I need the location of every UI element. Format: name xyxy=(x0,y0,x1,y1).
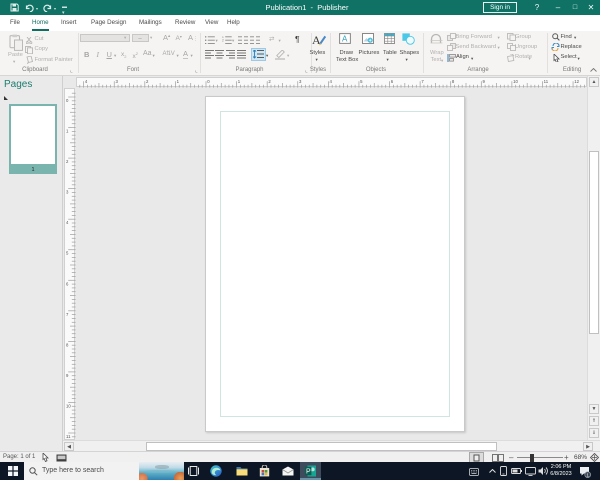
svg-text:9: 9 xyxy=(66,373,69,378)
svg-text:7: 7 xyxy=(421,79,424,84)
svg-text:3: 3 xyxy=(115,79,118,84)
svg-text:0: 0 xyxy=(207,79,210,84)
svg-text:A: A xyxy=(342,35,348,44)
svg-text:6: 6 xyxy=(391,79,394,84)
svg-text:11: 11 xyxy=(544,79,549,84)
svg-text:2: 2 xyxy=(222,38,224,42)
svg-text:1: 1 xyxy=(238,79,241,84)
svg-text:10: 10 xyxy=(513,79,518,84)
svg-text:3: 3 xyxy=(299,79,302,84)
svg-text:5: 5 xyxy=(360,79,363,84)
svg-text:5: 5 xyxy=(66,251,69,256)
svg-text:6: 6 xyxy=(66,281,69,286)
svg-text:4: 4 xyxy=(85,79,88,84)
svg-text:2: 2 xyxy=(268,79,271,84)
svg-text:8: 8 xyxy=(66,342,69,347)
svg-text:7: 7 xyxy=(66,312,69,317)
svg-text:4: 4 xyxy=(66,220,69,225)
svg-text:12: 12 xyxy=(574,79,579,84)
svg-text:4: 4 xyxy=(330,79,333,84)
svg-text:2: 2 xyxy=(66,159,69,164)
svg-text:2: 2 xyxy=(146,79,149,84)
svg-text:8: 8 xyxy=(452,79,455,84)
svg-text:1: 1 xyxy=(177,79,180,84)
svg-text:P: P xyxy=(306,469,311,476)
svg-text:10: 10 xyxy=(66,403,71,408)
svg-text:3: 3 xyxy=(66,190,69,195)
svg-text:0: 0 xyxy=(66,98,69,103)
svg-text:9: 9 xyxy=(482,79,485,84)
svg-text:1: 1 xyxy=(66,129,69,134)
svg-text:11: 11 xyxy=(66,434,71,439)
